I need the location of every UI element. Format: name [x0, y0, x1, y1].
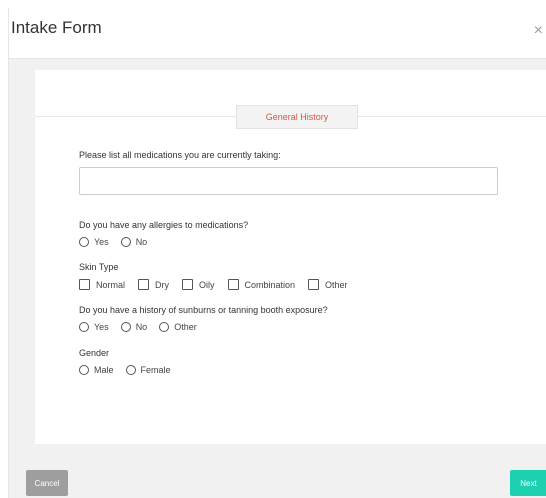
allergies-yes-option[interactable]: Yes — [79, 237, 109, 247]
checkbox-icon[interactable] — [308, 279, 320, 290]
sunburns-yes-option[interactable]: Yes — [79, 322, 109, 332]
radio-icon[interactable] — [120, 322, 131, 332]
sunburns-question: Do you have a history of sunburns or tan… — [79, 305, 328, 315]
modal-footer: Cancel Next — [9, 453, 546, 498]
gender-question: Gender — [79, 348, 110, 358]
allergies-options: Yes No — [79, 237, 159, 247]
checkbox-icon[interactable] — [79, 279, 90, 290]
checkbox-icon[interactable] — [227, 279, 239, 290]
radio-icon[interactable] — [79, 322, 89, 332]
gender-male-option[interactable]: Male — [79, 365, 114, 375]
form-card: General History Please list all medicati… — [35, 70, 546, 444]
medications-question: Please list all medications you are curr… — [79, 150, 281, 160]
gender-male-label: Male — [94, 365, 114, 375]
skin-type-oily-option[interactable]: Oily — [182, 279, 215, 290]
allergies-no-label: No — [135, 237, 148, 247]
skin-type-other-label: Other — [325, 279, 348, 290]
sunburns-options: Yes No Other — [79, 322, 209, 332]
sunburns-other-label: Other — [174, 322, 197, 332]
skin-type-dry-label: Dry — [155, 279, 170, 290]
radio-icon[interactable] — [120, 237, 131, 247]
next-button[interactable]: Next — [510, 470, 546, 496]
skin-type-normal-label: Normal — [96, 279, 126, 290]
skin-type-combination-label: Combination — [244, 279, 296, 290]
medications-input[interactable] — [79, 167, 498, 195]
sunburns-no-label: No — [135, 322, 148, 332]
modal-header: Intake Form × — [9, 8, 546, 59]
sunburns-other-option[interactable]: Other — [159, 322, 197, 332]
section-header-general-history: General History — [236, 105, 358, 129]
radio-icon[interactable] — [125, 365, 136, 375]
allergies-no-option[interactable]: No — [120, 237, 148, 247]
close-icon[interactable]: × — [534, 22, 543, 40]
radio-icon[interactable] — [79, 365, 89, 375]
allergies-yes-label: Yes — [94, 237, 109, 247]
allergies-question: Do you have any allergies to medications… — [79, 220, 249, 230]
gender-options: Male Female — [79, 365, 183, 375]
intake-form-modal: Intake Form × General History Please lis… — [8, 8, 546, 498]
gender-female-option[interactable]: Female — [125, 365, 171, 375]
sunburns-no-option[interactable]: No — [120, 322, 148, 332]
gender-female-label: Female — [140, 365, 171, 375]
skin-type-normal-option[interactable]: Normal — [79, 279, 125, 290]
skin-type-other-option[interactable]: Other — [308, 279, 348, 290]
radio-icon[interactable] — [79, 237, 89, 247]
skin-type-combination-option[interactable]: Combination — [227, 279, 296, 290]
checkbox-icon[interactable] — [182, 279, 194, 290]
skin-type-options: Normal Dry Oily Combination Other — [79, 279, 361, 290]
radio-icon[interactable] — [159, 322, 170, 332]
modal-title: Intake Form — [11, 18, 102, 37]
skin-type-oily-label: Oily — [199, 279, 215, 290]
skin-type-dry-option[interactable]: Dry — [138, 279, 169, 290]
checkbox-icon[interactable] — [138, 279, 150, 290]
sunburns-yes-label: Yes — [94, 322, 109, 332]
cancel-button[interactable]: Cancel — [26, 470, 68, 496]
skin-type-question: Skin Type — [79, 262, 119, 272]
